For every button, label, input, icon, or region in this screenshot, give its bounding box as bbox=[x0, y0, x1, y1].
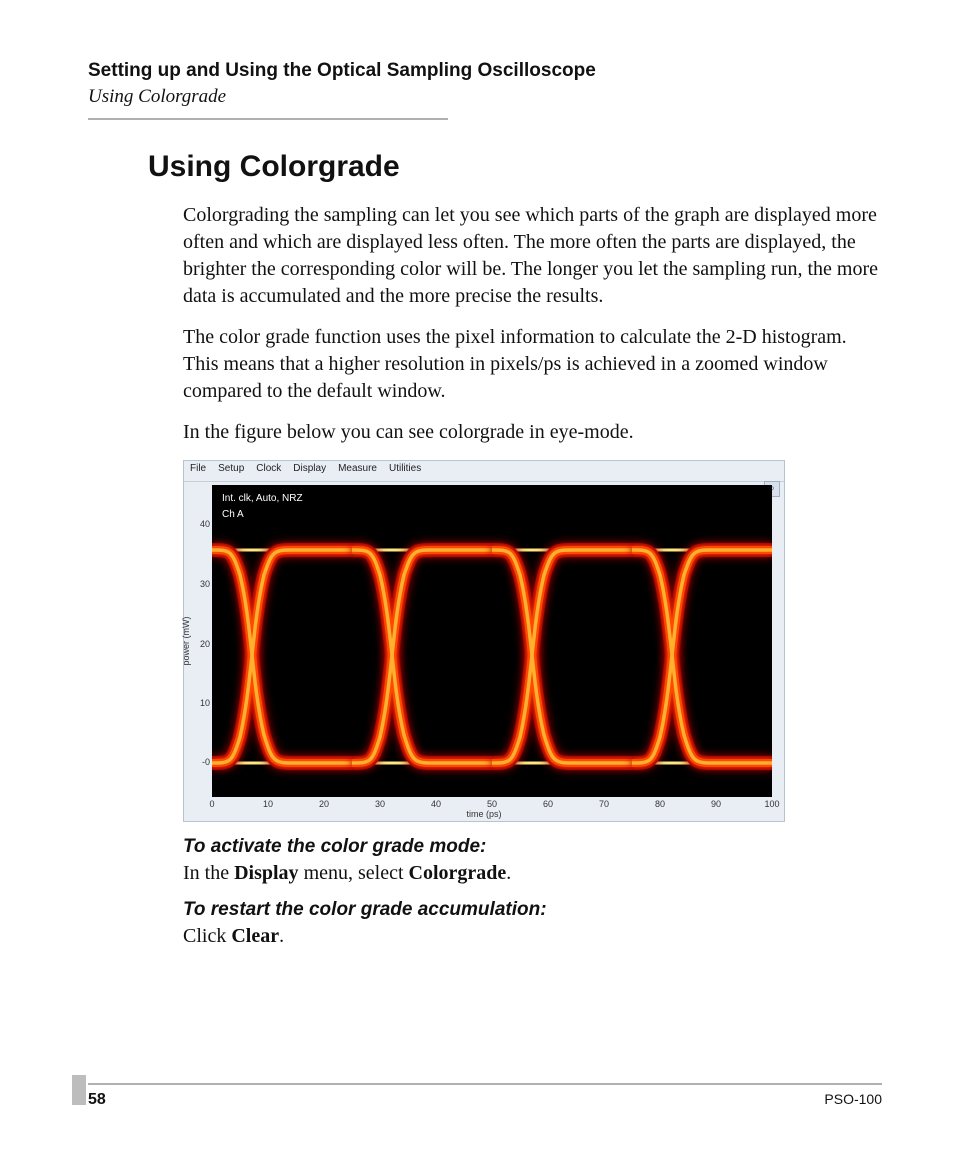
xtick: 80 bbox=[650, 799, 670, 809]
ytick: 10 bbox=[198, 698, 210, 708]
task-restart-step: Click Clear. bbox=[183, 925, 882, 948]
text: menu, select bbox=[299, 862, 409, 884]
menu-clock[interactable]: Clock bbox=[256, 463, 281, 479]
paragraph-1: Colorgrading the sampling can let you se… bbox=[183, 202, 882, 310]
xtick: 0 bbox=[202, 799, 222, 809]
page-footer: 58 PSO-100 bbox=[88, 1083, 882, 1109]
header-section: Using Colorgrade bbox=[88, 86, 882, 108]
bold-clear: Clear bbox=[231, 925, 279, 947]
text: In the bbox=[183, 862, 234, 884]
eye-diagram-svg bbox=[212, 485, 772, 797]
bold-colorgrade: Colorgrade bbox=[409, 862, 507, 884]
task-activate-step: In the Display menu, select Colorgrade. bbox=[183, 862, 882, 885]
xtick: 40 bbox=[426, 799, 446, 809]
xtick: 70 bbox=[594, 799, 614, 809]
paragraph-2: The color grade function uses the pixel … bbox=[183, 324, 882, 405]
ytick: -0 bbox=[198, 757, 210, 767]
xtick: 20 bbox=[314, 799, 334, 809]
menu-display[interactable]: Display bbox=[293, 463, 326, 479]
text: . bbox=[506, 862, 511, 884]
text: . bbox=[279, 925, 284, 947]
header-chapter: Setting up and Using the Optical Samplin… bbox=[88, 60, 882, 82]
xtick: 60 bbox=[538, 799, 558, 809]
figure-plot-area: Int. clk, Auto, NRZ Ch A bbox=[212, 485, 772, 797]
ytick: 40 bbox=[198, 519, 210, 529]
page-title: Using Colorgrade bbox=[148, 150, 882, 184]
menu-measure[interactable]: Measure bbox=[338, 463, 377, 479]
menu-file[interactable]: File bbox=[190, 463, 206, 479]
xtick: 100 bbox=[762, 799, 782, 809]
figure-menubar: File Setup Clock Display Measure Utiliti… bbox=[184, 461, 784, 482]
figure-colorgrade-eye: File Setup Clock Display Measure Utiliti… bbox=[183, 460, 785, 822]
paragraph-3: In the figure below you can see colorgra… bbox=[183, 419, 882, 446]
figure-xlabel: time (ps) bbox=[466, 809, 501, 819]
ytick: 30 bbox=[198, 579, 210, 589]
scope-canvas: Int. clk, Auto, NRZ Ch A bbox=[212, 485, 772, 797]
xtick: 10 bbox=[258, 799, 278, 809]
xtick: 90 bbox=[706, 799, 726, 809]
scope-annotation-2: Ch A bbox=[222, 509, 244, 520]
page-number: 58 bbox=[88, 1091, 106, 1109]
header-rule bbox=[88, 118, 448, 120]
menu-utilities[interactable]: Utilities bbox=[389, 463, 421, 479]
product-model: PSO-100 bbox=[824, 1091, 882, 1109]
margin-tab bbox=[72, 1075, 86, 1105]
scope-annotation-1: Int. clk, Auto, NRZ bbox=[222, 493, 303, 504]
figure-ylabel: power (mW) bbox=[181, 617, 191, 666]
task-activate-heading: To activate the color grade mode: bbox=[183, 836, 882, 858]
xtick: 50 bbox=[482, 799, 502, 809]
xtick: 30 bbox=[370, 799, 390, 809]
text: Click bbox=[183, 925, 231, 947]
menu-setup[interactable]: Setup bbox=[218, 463, 244, 479]
task-restart-heading: To restart the color grade accumulation: bbox=[183, 899, 882, 921]
ytick: 20 bbox=[198, 639, 210, 649]
bold-display: Display bbox=[234, 862, 298, 884]
